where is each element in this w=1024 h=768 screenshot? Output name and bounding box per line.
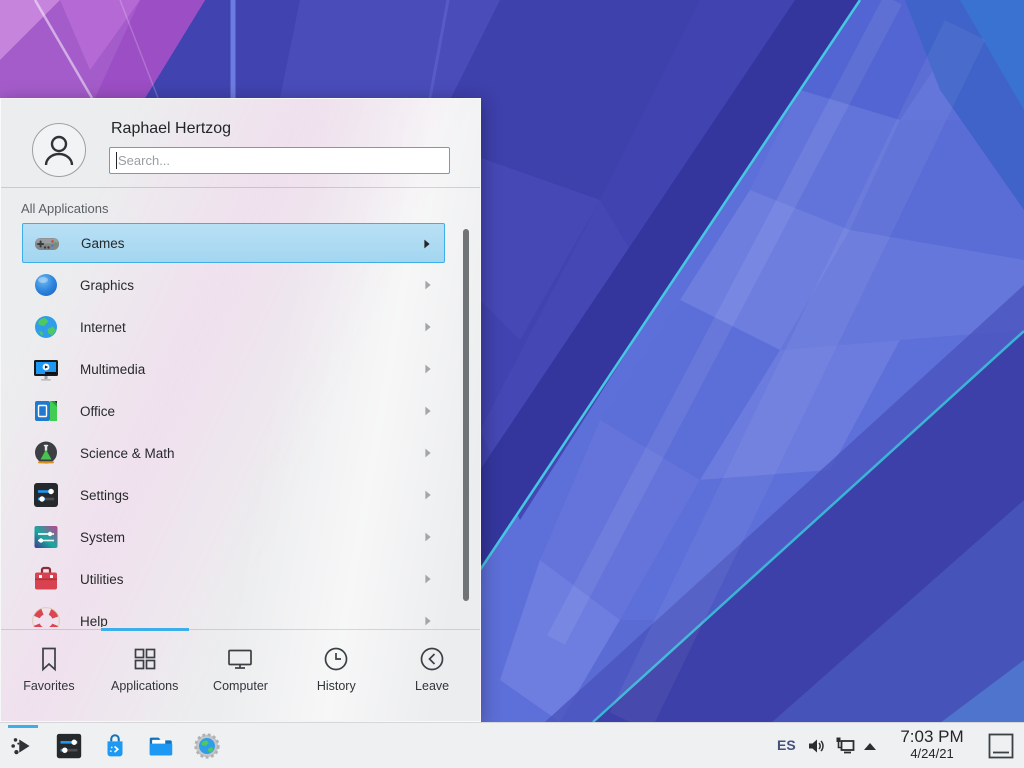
tab-label: Applications <box>111 679 178 693</box>
category-item-settings[interactable]: Settings <box>22 475 445 515</box>
category-item-system[interactable]: System <box>22 517 445 557</box>
submenu-arrow-icon <box>421 278 435 292</box>
category-item-science-math[interactable]: Science & Math <box>22 433 445 473</box>
tab-favorites[interactable]: Favorites <box>1 630 97 724</box>
category-item-graphics[interactable]: Graphics <box>22 265 445 305</box>
header-separator <box>1 187 480 188</box>
category-item-internet[interactable]: Internet <box>22 307 445 347</box>
submenu-arrow-icon <box>421 614 435 627</box>
category-label: Games <box>81 236 125 251</box>
applications-icon <box>130 644 160 674</box>
user-name: Raphael Hertzog <box>111 120 231 138</box>
settings-icon <box>30 479 62 511</box>
category-item-games[interactable]: Games <box>22 223 445 263</box>
scrollbar[interactable] <box>463 229 469 601</box>
submenu-arrow-icon <box>421 320 435 334</box>
submenu-arrow-icon <box>421 404 435 418</box>
category-label: Settings <box>80 488 129 503</box>
category-label: Office <box>80 404 115 419</box>
expand-tray-icon[interactable] <box>862 741 878 751</box>
submenu-arrow-icon <box>420 237 434 251</box>
tab-history[interactable]: History <box>288 630 384 724</box>
tab-label: Favorites <box>23 679 74 693</box>
science-math-icon <box>30 437 62 469</box>
tab-label: History <box>317 679 356 693</box>
show-desktop-button[interactable] <box>988 733 1014 759</box>
category-list: Games Graphics <box>22 223 446 627</box>
tab-leave[interactable]: Leave <box>384 630 480 724</box>
category-item-utilities[interactable]: Utilities <box>22 559 445 599</box>
category-label: Help <box>80 614 108 628</box>
category-label: Multimedia <box>80 362 145 377</box>
tab-applications[interactable]: Applications <box>97 630 193 724</box>
search-input[interactable]: Search... <box>109 147 450 174</box>
help-icon <box>30 605 62 627</box>
system-settings-icon[interactable] <box>54 731 84 761</box>
internet-icon <box>30 311 62 343</box>
category-item-help[interactable]: Help <box>22 601 445 627</box>
category-label: Graphics <box>80 278 134 293</box>
submenu-arrow-icon <box>421 362 435 376</box>
launcher-tab-bar: Favorites Applications Computer <box>1 629 480 724</box>
clock-date: 4/24/21 <box>886 747 978 762</box>
digital-clock[interactable]: 7:03 PM 4/24/21 <box>886 727 978 761</box>
utilities-icon <box>30 563 62 595</box>
web-browser-icon[interactable] <box>192 731 222 761</box>
volume-icon[interactable] <box>806 736 826 756</box>
file-manager-icon[interactable] <box>146 731 176 761</box>
category-item-office[interactable]: Office <box>22 391 445 431</box>
submenu-arrow-icon <box>421 530 435 544</box>
app-launcher-icon[interactable] <box>8 731 38 761</box>
category-label: Internet <box>80 320 126 335</box>
active-task-indicator <box>8 725 38 728</box>
history-icon <box>321 644 351 674</box>
category-label: Science & Math <box>80 446 175 461</box>
multimedia-icon <box>30 353 62 385</box>
text-caret <box>116 152 117 169</box>
games-icon <box>31 227 63 259</box>
favorites-icon <box>34 644 64 674</box>
tab-computer[interactable]: Computer <box>193 630 289 724</box>
clock-time: 7:03 PM <box>886 727 978 747</box>
system-icon <box>30 521 62 553</box>
leave-icon <box>417 644 447 674</box>
desktop: Raphael Hertzog Search... All Applicatio… <box>0 0 1024 768</box>
discover-icon[interactable] <box>100 731 130 761</box>
keyboard-layout-indicator[interactable]: ES <box>777 737 796 753</box>
category-label: Utilities <box>80 572 124 587</box>
application-launcher-menu: Raphael Hertzog Search... All Applicatio… <box>0 98 481 722</box>
search-placeholder: Search... <box>118 153 170 168</box>
category-label: System <box>80 530 125 545</box>
section-label: All Applications <box>21 201 108 216</box>
taskbar-panel: ES 7:03 PM 4/24/21 <box>0 722 1024 768</box>
category-item-multimedia[interactable]: Multimedia <box>22 349 445 389</box>
office-icon <box>30 395 62 427</box>
graphics-icon <box>30 269 62 301</box>
computer-icon <box>225 644 255 674</box>
tab-label: Leave <box>415 679 449 693</box>
submenu-arrow-icon <box>421 572 435 586</box>
submenu-arrow-icon <box>421 446 435 460</box>
user-avatar-icon[interactable] <box>32 123 86 177</box>
wired-network-icon[interactable] <box>834 735 856 757</box>
tab-label: Computer <box>213 679 268 693</box>
submenu-arrow-icon <box>421 488 435 502</box>
